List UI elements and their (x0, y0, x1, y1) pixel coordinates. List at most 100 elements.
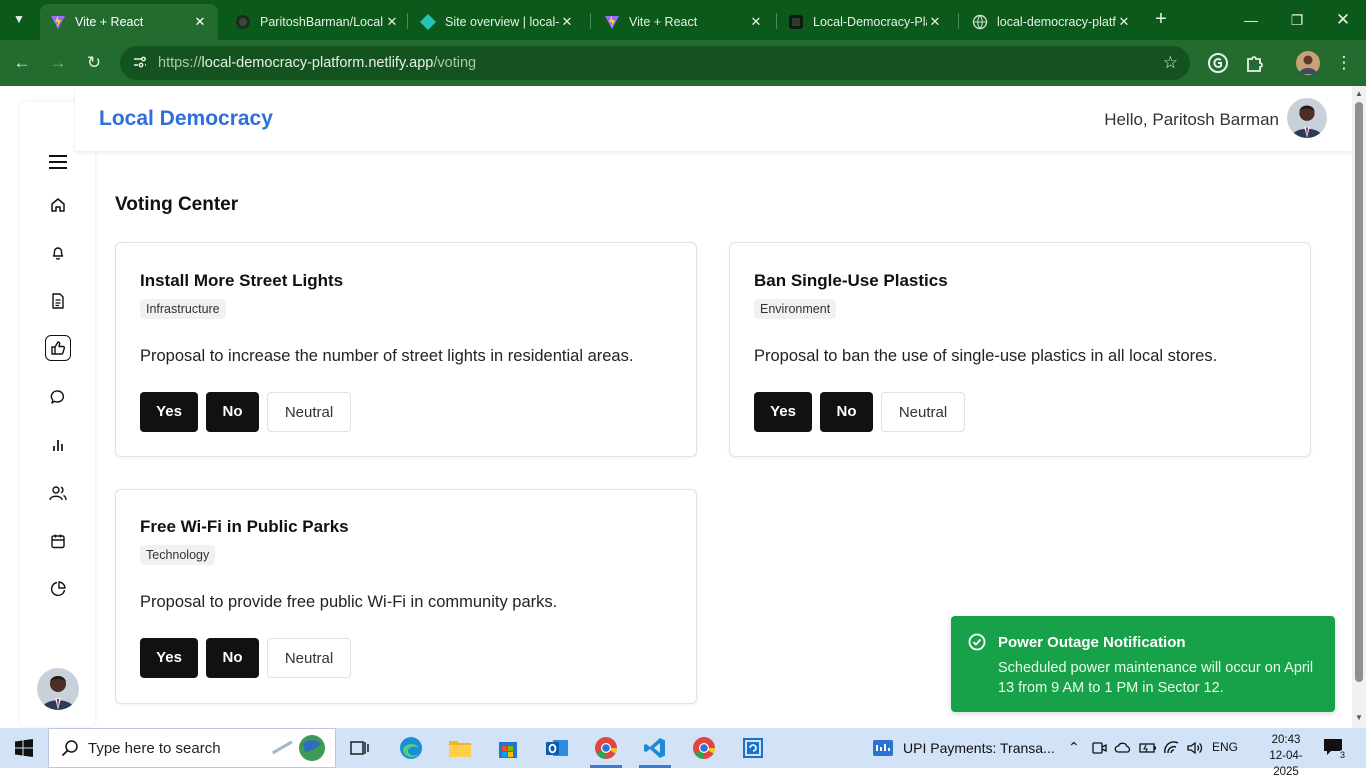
tab-divider (590, 13, 591, 29)
extensions-puzzle-icon[interactable] (1243, 51, 1267, 75)
tab-divider (958, 13, 959, 29)
microsoft-store-icon[interactable] (494, 734, 522, 762)
tab-title: ParitoshBarman/Local (260, 15, 383, 29)
proposal-title: Install More Street Lights (140, 271, 344, 290)
document-icon[interactable] (45, 288, 71, 314)
url-text: https://local-democracy-platform.netlify… (158, 55, 477, 71)
notification-toast[interactable]: Power Outage Notification Scheduled powe… (951, 616, 1335, 712)
file-explorer-icon[interactable] (446, 734, 474, 762)
wifi-icon[interactable] (1163, 740, 1181, 759)
header-avatar[interactable] (1287, 98, 1327, 138)
app-brand-title[interactable]: Local Democracy (99, 107, 273, 131)
tab-github[interactable]: ParitoshBarman/Local ✕ (225, 4, 410, 40)
tab-vite-react-active[interactable]: Vite + React ✕ (40, 4, 218, 40)
site-info-icon[interactable] (132, 54, 152, 73)
forward-arrow-icon[interactable]: → (46, 51, 70, 75)
reload-icon[interactable]: ↻ (82, 51, 106, 75)
vote-no-button[interactable]: No (820, 392, 873, 432)
tab-title: Vite + React (629, 15, 698, 29)
tab-close-icon[interactable]: ✕ (927, 14, 943, 30)
page-scrollbar[interactable]: ▲ ▼ (1352, 86, 1366, 728)
category-badge: Technology (140, 545, 216, 565)
tab-close-icon[interactable]: ✕ (192, 14, 208, 30)
network-cloud-icon[interactable] (1114, 740, 1132, 759)
app-header: Local Democracy Hello, Paritosh Barman (75, 86, 1352, 151)
tab-close-icon[interactable]: ✕ (1116, 14, 1132, 30)
search-icon (61, 739, 79, 762)
sidebar-avatar[interactable] (37, 668, 79, 710)
sidebar (20, 102, 95, 726)
pie-chart-icon[interactable] (45, 576, 71, 602)
battery-icon[interactable] (1139, 740, 1157, 759)
vote-yes-button[interactable]: Yes (754, 392, 812, 432)
close-window-icon[interactable]: ✕ (1328, 8, 1358, 32)
taskbar-clock[interactable]: 20:43 12-04-2025 (1258, 732, 1314, 780)
tray-chevron-up-icon[interactable]: ⌃ (1068, 739, 1080, 756)
windows-taskbar: Type here to search UPI Payments: Transa… (0, 728, 1366, 778)
minimize-icon[interactable]: — (1236, 8, 1266, 32)
scroll-up-arrow-icon[interactable]: ▲ (1354, 89, 1364, 98)
proposal-card: Ban Single-Use Plastics Environment Prop… (729, 242, 1311, 457)
tab-close-icon[interactable]: ✕ (384, 14, 400, 30)
vscode-icon[interactable] (641, 734, 669, 762)
tab-netlify[interactable]: Site overview | local-c ✕ (410, 4, 585, 40)
windows-start-icon[interactable] (10, 734, 38, 762)
upi-app-icon[interactable] (869, 734, 897, 762)
edge-browser-icon[interactable] (397, 734, 425, 762)
home-icon[interactable] (45, 192, 71, 218)
browser-menu-icon[interactable]: ⋮ (1332, 51, 1356, 75)
meet-now-icon[interactable] (1091, 740, 1107, 759)
tab-divider (407, 13, 408, 29)
tab-globe[interactable]: local-democracy-platf ✕ (962, 4, 1142, 40)
restore-icon[interactable]: ❐ (1282, 8, 1312, 32)
bell-icon[interactable] (45, 240, 71, 266)
tab-close-icon[interactable]: ✕ (748, 14, 764, 30)
back-arrow-icon[interactable]: ← (10, 51, 34, 75)
clock-time: 20:43 (1271, 734, 1301, 746)
bar-chart-icon[interactable] (45, 432, 71, 458)
thumbs-up-icon[interactable] (45, 335, 71, 361)
search-highlight-image (267, 732, 329, 771)
taskbar-search-box[interactable]: Type here to search (48, 728, 336, 768)
notification-count-badge: 3 (1338, 750, 1348, 760)
scroll-down-arrow-icon[interactable]: ▼ (1354, 713, 1364, 722)
vote-neutral-button[interactable]: Neutral (267, 392, 351, 432)
volume-icon[interactable] (1186, 740, 1204, 759)
users-icon[interactable] (45, 480, 71, 506)
task-view-icon[interactable] (346, 734, 374, 762)
chrome-icon[interactable] (592, 734, 620, 762)
menu-icon[interactable] (45, 149, 71, 175)
bookmark-star-icon[interactable]: ☆ (1163, 53, 1178, 73)
vote-neutral-button[interactable]: Neutral (881, 392, 965, 432)
tab-title: Vite + React (75, 15, 144, 29)
vote-no-button[interactable]: No (206, 392, 259, 432)
tab-title: local-democracy-platf (997, 15, 1116, 29)
tab-render[interactable]: Local-Democracy-Pla ✕ (778, 4, 953, 40)
remote-app-icon[interactable] (739, 734, 767, 762)
vote-neutral-button[interactable]: Neutral (267, 638, 351, 678)
proposal-card: Free Wi-Fi in Public Parks Technology Pr… (115, 489, 697, 704)
vite-icon (604, 14, 620, 30)
chat-icon[interactable] (45, 384, 71, 410)
scrollbar-thumb[interactable] (1355, 102, 1363, 682)
vote-no-button[interactable]: No (206, 638, 259, 678)
outlook-icon[interactable] (543, 734, 571, 762)
taskbar-app-label[interactable]: UPI Payments: Transa... (903, 740, 1055, 756)
address-bar[interactable]: https://local-democracy-platform.netlify… (120, 46, 1190, 80)
profile-avatar[interactable] (1296, 51, 1320, 75)
toast-title: Power Outage Notification (998, 634, 1186, 651)
grammarly-icon[interactable] (1206, 51, 1230, 75)
tab-vite-react[interactable]: Vite + React ✕ (594, 4, 774, 40)
language-indicator[interactable]: ENG (1212, 740, 1238, 754)
vote-yes-button[interactable]: Yes (140, 638, 198, 678)
vite-icon (50, 14, 66, 30)
github-icon (235, 14, 251, 30)
tab-close-icon[interactable]: ✕ (559, 14, 575, 30)
check-circle-icon (968, 633, 986, 651)
calendar-icon[interactable] (45, 528, 71, 554)
vote-yes-button[interactable]: Yes (140, 392, 198, 432)
tab-search-chevron-icon[interactable]: ▼ (8, 8, 30, 30)
browser-toolbar: ← → ↻ https://local-democracy-platform.n… (0, 40, 1366, 86)
chrome-profile-icon[interactable] (690, 734, 718, 762)
new-tab-plus-icon[interactable]: + (1150, 9, 1172, 31)
